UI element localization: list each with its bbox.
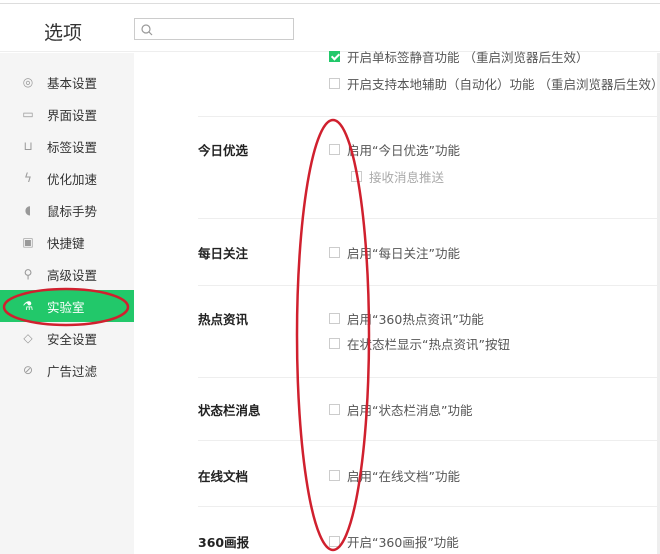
sidebar-item-mouse[interactable]: ◖ 鼠标手势 [0, 194, 134, 226]
checkbox[interactable] [329, 247, 340, 258]
sidebar-item-speed[interactable]: ϟ 优化加速 [0, 162, 134, 194]
checkbox[interactable] [329, 78, 340, 89]
lightning-icon: ϟ [24, 171, 32, 185]
checkbox[interactable] [329, 470, 340, 481]
shield-icon: ◇ [23, 331, 33, 345]
sidebar-item-security[interactable]: ◇ 安全设置 [0, 322, 134, 354]
search-icon [141, 24, 153, 36]
checkbox-local-assist[interactable]: 开启支持本地辅助（自动化）功能 （重启浏览器后生效） [329, 74, 660, 93]
checkbox-checked[interactable] [329, 51, 340, 62]
section-title: 热点资讯 [198, 312, 249, 327]
sidebar-item-interface[interactable]: ▭ 界面设置 [0, 98, 134, 130]
checkbox[interactable] [351, 171, 362, 182]
checkbox[interactable] [329, 313, 340, 324]
header: 选项 [0, 4, 660, 52]
checkbox-statusbar-msg[interactable]: 启用“状态栏消息”功能 [329, 400, 472, 419]
checkbox-push-messages[interactable]: 接收消息推送 [351, 167, 444, 186]
section-title: 360画报 [198, 535, 250, 550]
checkbox[interactable] [329, 536, 340, 547]
section-title: 今日优选 [198, 143, 249, 158]
checkbox[interactable] [329, 404, 340, 415]
mouse-icon: ◖ [24, 203, 32, 217]
checkbox-daily-follow[interactable]: 启用“每日关注”功能 [329, 243, 460, 262]
wrench-icon: ⚲ [23, 267, 33, 281]
section-title: 每日关注 [198, 246, 249, 261]
divider [198, 116, 660, 117]
checkbox-tab-mute[interactable]: 开启单标签静音功能 （重启浏览器后生效） [329, 47, 588, 66]
divider [198, 506, 660, 507]
checkbox-online-docs[interactable]: 启用“在线文档”功能 [329, 466, 460, 485]
sidebar-item-tabs[interactable]: ⊔ 标签设置 [0, 130, 134, 162]
flask-icon: ⚗ [22, 299, 34, 313]
divider [198, 218, 660, 219]
sidebar-item-basic[interactable]: ◎ 基本设置 [0, 66, 134, 98]
sidebar-item-advanced[interactable]: ⚲ 高级设置 [0, 258, 134, 290]
circle-gear-icon: ◎ [22, 75, 34, 89]
checkbox-360-pictorial[interactable]: 开启“360画报”功能 [329, 532, 459, 551]
section-title: 在线文档 [198, 469, 249, 484]
checkbox-hot-news[interactable]: 启用“360热点资讯”功能 [329, 309, 484, 328]
divider [198, 440, 660, 441]
search-input[interactable] [134, 18, 294, 40]
keyboard-icon: ▣ [22, 235, 34, 249]
divider [198, 377, 660, 378]
window-icon: ▭ [22, 107, 34, 121]
checkbox[interactable] [329, 338, 340, 349]
tab-icon: ⊔ [23, 139, 33, 153]
checkbox-today-picks[interactable]: 启用“今日优选”功能 [329, 140, 460, 159]
sidebar-item-lab[interactable]: ⚗ 实验室 [0, 290, 134, 322]
sidebar: ◎ 基本设置 ▭ 界面设置 ⊔ 标签设置 ϟ 优化加速 ◖ 鼠标手势 ▣ 快捷键 ⚲ 高级设置… [0, 53, 134, 554]
sidebar-item-shortcuts[interactable]: ▣ 快捷键 [0, 226, 134, 258]
checkbox[interactable] [329, 144, 340, 155]
section-title: 状态栏消息 [198, 403, 261, 418]
page-title: 选项 [44, 22, 83, 44]
checkbox-hot-news-button[interactable]: 在状态栏显示“热点资讯”按钮 [329, 334, 510, 353]
block-icon: ⊘ [22, 363, 34, 377]
divider [198, 285, 660, 286]
sidebar-item-adblock[interactable]: ⊘ 广告过滤 [0, 354, 134, 386]
